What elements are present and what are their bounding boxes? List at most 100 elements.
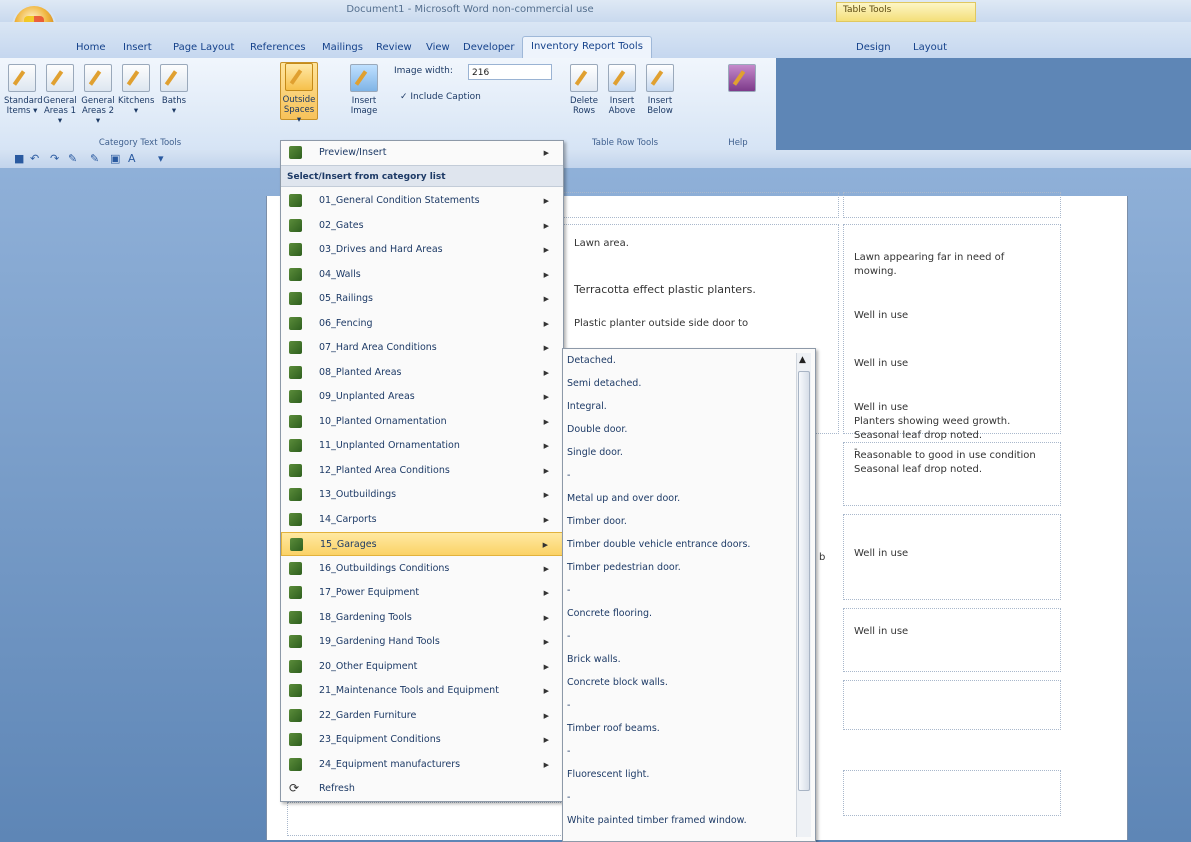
menu-item-preview-insert[interactable]: Preview/Insert ▶	[281, 141, 563, 165]
standard-items-button[interactable]: Standard Items ▾	[4, 64, 43, 116]
menu-item-category[interactable]: 19_Gardening Hand Tools ▶	[281, 630, 563, 654]
insert-image-button[interactable]: Insert Image	[346, 64, 382, 116]
font-color-icon[interactable]: A	[128, 152, 136, 165]
tab-references[interactable]: References	[242, 38, 314, 58]
book-icon	[289, 341, 302, 354]
menu-item-category[interactable]: 11_Unplanted Ornamentation ▶	[281, 434, 563, 458]
menu-item-category[interactable]: 13_Outbuildings ▶	[281, 483, 563, 507]
submenu-item[interactable]: -	[567, 788, 789, 808]
tab-layout[interactable]: Layout	[905, 38, 955, 58]
menu-item-category[interactable]: 08_Planted Areas ▶	[281, 361, 563, 385]
table-cell[interactable]	[843, 680, 1061, 730]
submenu-item[interactable]: Concrete block walls.	[567, 673, 789, 693]
menu-item-category[interactable]: 24_Equipment manufacturers ▶	[281, 753, 563, 777]
submenu-item[interactable]: Metal up and over door.	[567, 489, 789, 509]
table-tools-context: Table Tools	[836, 2, 976, 22]
print-preview-icon[interactable]: ▣	[110, 152, 120, 165]
menu-item-category[interactable]: 04_Walls ▶	[281, 263, 563, 287]
menu-item-category[interactable]: 17_Power Equipment ▶	[281, 581, 563, 605]
customize-icon[interactable]: ▾	[158, 152, 164, 165]
menu-item-refresh[interactable]: ⟳ Refresh	[281, 777, 563, 801]
tab-design[interactable]: Design	[848, 38, 899, 58]
submenu-item[interactable]: Semi detached.	[567, 374, 789, 394]
pencil-icon	[160, 64, 188, 92]
kitchens-button[interactable]: Kitchens ▾	[118, 64, 154, 116]
menu-item-category[interactable]: 07_Hard Area Conditions ▶	[281, 336, 563, 360]
tab-insert[interactable]: Insert	[115, 38, 160, 58]
table-cell[interactable]	[843, 770, 1061, 816]
menu-item-category[interactable]: 06_Fencing ▶	[281, 312, 563, 336]
submenu-item[interactable]: Detached.	[567, 351, 789, 371]
tool-icon[interactable]: ✎	[68, 152, 77, 165]
submenu-item[interactable]: White painted timber framed window.	[567, 811, 789, 831]
insert-below-button[interactable]: Insert Below	[642, 64, 678, 116]
menu-item-category[interactable]: 20_Other Equipment ▶	[281, 655, 563, 679]
table-cell[interactable]	[563, 192, 839, 218]
general-areas-2-button[interactable]: General Areas 2 ▾	[80, 64, 116, 126]
menu-item-category[interactable]: 18_Gardening Tools ▶	[281, 606, 563, 630]
scrollbar-thumb[interactable]	[798, 371, 810, 791]
submenu-item[interactable]: Brick walls.	[567, 650, 789, 670]
tab-mailings[interactable]: Mailings	[314, 38, 371, 58]
table-cell[interactable]: Reasonable to good in use condition Seas…	[843, 442, 1061, 506]
menu-item-category[interactable]: 16_Outbuildings Conditions ▶	[281, 557, 563, 581]
menu-item-category[interactable]: 02_Gates ▶	[281, 214, 563, 238]
outside-spaces-button[interactable]: Outside Spaces ▾	[280, 62, 318, 125]
tab-view[interactable]: View	[418, 38, 458, 58]
submenu-item[interactable]: Timber door.	[567, 512, 789, 532]
submenu-item[interactable]: Single door.	[567, 443, 789, 463]
menu-item-category[interactable]: 05_Railings ▶	[281, 287, 563, 311]
table-cell[interactable]: Lawn appearing far in need of mowing. We…	[843, 224, 1061, 455]
menu-item-category[interactable]: 21_Maintenance Tools and Equipment ▶	[281, 679, 563, 703]
submenu-item[interactable]: Concrete flooring.	[567, 604, 789, 624]
submenu-item[interactable]: Timber roof beams.	[567, 719, 789, 739]
menu-item-label: 12_Planted Area Conditions	[319, 464, 450, 476]
general-areas-1-button[interactable]: General Areas 1 ▾	[42, 64, 78, 126]
submenu-item[interactable]: Timber double vehicle entrance doors.	[567, 535, 789, 555]
submenu-arrow-icon: ▶	[543, 368, 549, 377]
submenu-item[interactable]: -	[567, 627, 789, 647]
submenu-item[interactable]: -	[567, 466, 789, 486]
tab-inventory-report-tools[interactable]: Inventory Report Tools	[522, 36, 652, 59]
scroll-up-icon[interactable]: ▲	[799, 355, 806, 365]
submenu-item[interactable]: -	[567, 742, 789, 762]
menu-item-category[interactable]: 15_Garages ▶	[281, 532, 563, 556]
menu-item-category[interactable]: 10_Planted Ornamentation ▶	[281, 410, 563, 434]
submenu-item[interactable]: -	[567, 696, 789, 716]
include-caption-checkbox[interactable]: ✓ Include Caption	[400, 92, 481, 102]
submenu-item[interactable]: Integral.	[567, 397, 789, 417]
tab-review[interactable]: Review	[368, 38, 420, 58]
book-icon	[289, 243, 302, 256]
tab-developer[interactable]: Developer	[455, 38, 522, 58]
submenu-item[interactable]: Timber pedestrian door.	[567, 558, 789, 578]
table-cell[interactable]: Well in use	[843, 608, 1061, 672]
baths-button[interactable]: Baths ▾	[156, 64, 192, 116]
undo-icon[interactable]: ↶	[30, 152, 39, 165]
menu-item-category[interactable]: 14_Carports ▶	[281, 508, 563, 532]
menu-item-label: 22_Garden Furniture	[319, 709, 417, 721]
table-cell[interactable]	[843, 192, 1061, 218]
delete-rows-button[interactable]: Delete Rows	[566, 64, 602, 116]
menu-item-label: 09_Unplanted Areas	[319, 391, 415, 402]
menu-item-category[interactable]: 23_Equipment Conditions ▶	[281, 728, 563, 752]
submenu-item[interactable]: Fluorescent light.	[567, 765, 789, 785]
table-cell[interactable]: Well in use	[843, 514, 1061, 600]
tab-page-layout[interactable]: Page Layout	[165, 38, 242, 58]
tool-icon[interactable]: ✎	[90, 152, 99, 165]
menu-item-category[interactable]: 12_Planted Area Conditions ▶	[281, 459, 563, 483]
menu-item-category[interactable]: 22_Garden Furniture ▶	[281, 704, 563, 728]
save-icon[interactable]: ■	[14, 152, 24, 165]
image-width-input[interactable]: 216	[468, 64, 552, 80]
submenu-item[interactable]: -	[567, 581, 789, 601]
cut-text: b	[819, 552, 826, 563]
insert-above-button[interactable]: Insert Above	[604, 64, 640, 116]
menu-item-category[interactable]: 01_General Condition Statements ▶	[281, 189, 563, 213]
menu-item-category[interactable]: 03_Drives and Hard Areas ▶	[281, 238, 563, 262]
submenu-item[interactable]: Double door.	[567, 420, 789, 440]
submenu-scrollbar[interactable]: ▲	[796, 353, 811, 837]
redo-icon[interactable]: ↷	[50, 152, 59, 165]
tab-home[interactable]: Home	[68, 38, 114, 58]
menu-item-category[interactable]: 09_Unplanted Areas ▶	[281, 385, 563, 409]
help-button[interactable]	[724, 64, 760, 96]
book-icon	[289, 561, 302, 575]
